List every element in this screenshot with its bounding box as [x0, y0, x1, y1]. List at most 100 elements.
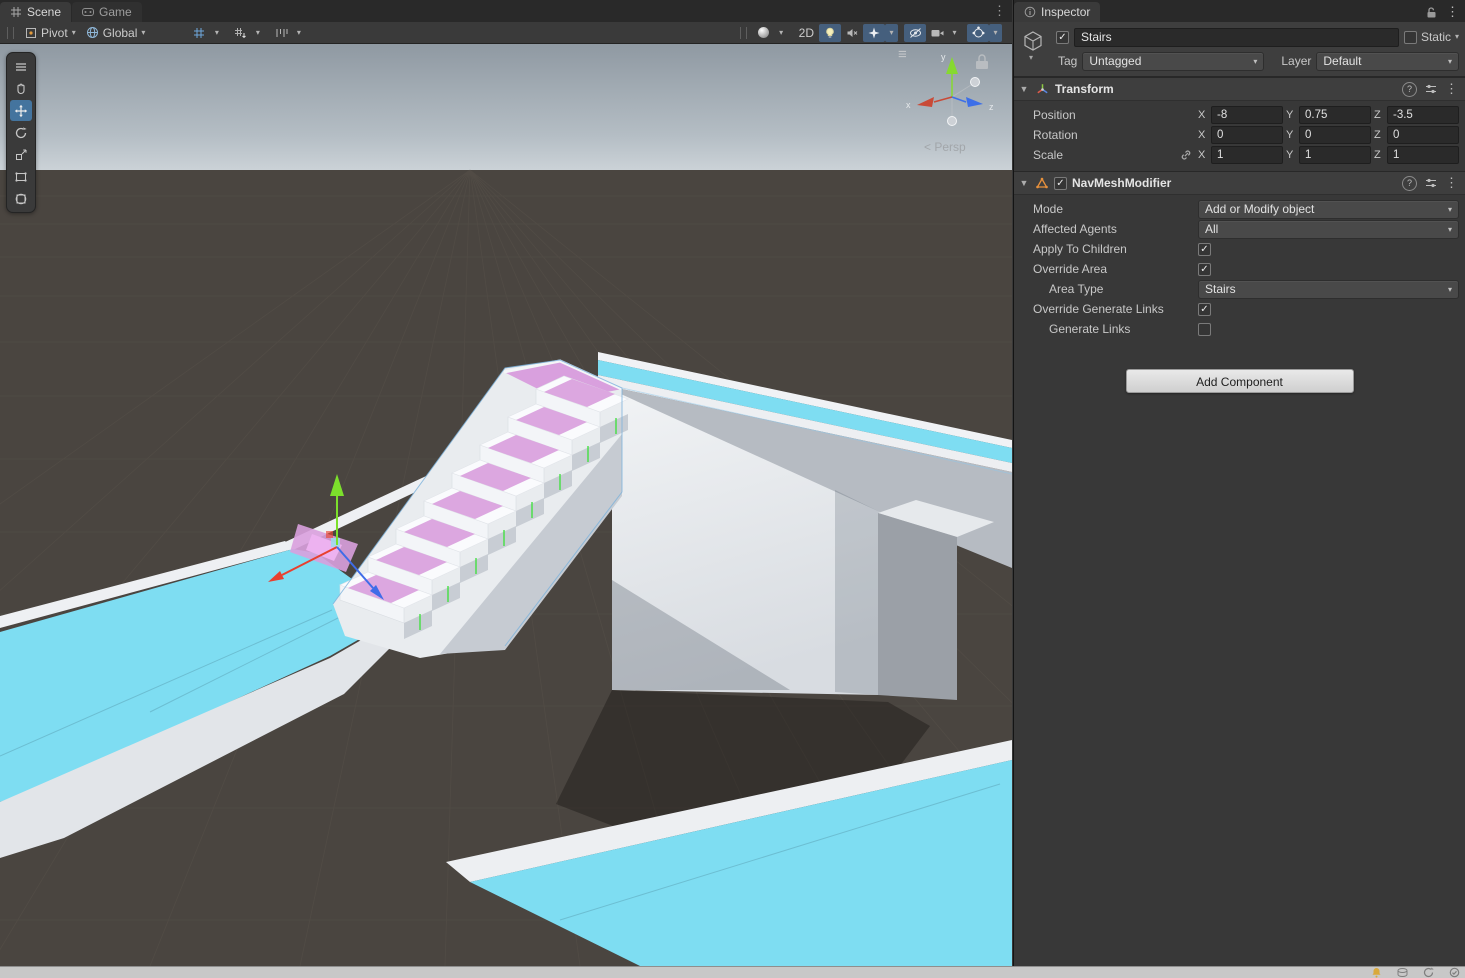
transform-combined-icon: [14, 192, 28, 206]
scene-view-panel: Scene Game ⋮ Pivot ▾ Global ▾: [0, 0, 1012, 966]
inspector-menu-icon[interactable]: ⋮: [1446, 4, 1459, 20]
rotate-tool-button[interactable]: [10, 122, 32, 143]
gameobject-cube-icon[interactable]: [1022, 30, 1044, 52]
transform-component: ▼ Transform ? ⋮ Position X -8 Y 0.75: [1014, 77, 1465, 171]
tab-overflow-menu-icon[interactable]: ⋮: [993, 3, 1006, 19]
view-tool-button[interactable]: [10, 78, 32, 99]
global-button[interactable]: Global ▾: [81, 24, 151, 42]
scale-y-field[interactable]: 1: [1299, 146, 1371, 164]
hidden-objects-button[interactable]: [904, 24, 926, 42]
axis-z-label: z: [989, 102, 994, 112]
static-dropdown-caret[interactable]: ▾: [1455, 33, 1459, 41]
tag-dropdown[interactable]: Untagged▾: [1082, 52, 1264, 71]
position-z-field[interactable]: -3.5: [1387, 106, 1459, 124]
affected-agents-dropdown[interactable]: All▾: [1198, 220, 1459, 239]
grid-arrow-icon: [234, 27, 246, 39]
layers-icon[interactable]: [1397, 967, 1408, 978]
grid-visibility-button[interactable]: [229, 24, 251, 42]
generate-links-checkbox[interactable]: ✓: [1198, 323, 1211, 336]
icon-select-caret[interactable]: ▾: [1029, 53, 1033, 62]
rotation-row: Rotation X 0 Y 0 Z 0: [1014, 125, 1465, 145]
apply-to-children-label: Apply To Children: [1033, 242, 1127, 256]
override-area-checkbox[interactable]: ✓: [1198, 263, 1211, 276]
hamburger-icon: [14, 60, 28, 74]
draw-mode-dropdown[interactable]: ▾: [775, 24, 788, 42]
scene-camera-dropdown[interactable]: ▾: [948, 24, 961, 42]
tool-palette: [6, 52, 36, 213]
sky: [0, 44, 1012, 170]
component-menu-icon[interactable]: ⋮: [1445, 175, 1458, 191]
mode-dropdown[interactable]: Add or Modify object▾: [1198, 200, 1459, 219]
scale-tool-button[interactable]: [10, 144, 32, 165]
presets-icon[interactable]: [1425, 83, 1437, 95]
scene-effects-button[interactable]: [863, 24, 885, 42]
transform-header[interactable]: ▼ Transform ? ⋮: [1014, 77, 1465, 101]
area-type-dropdown[interactable]: Stairs▾: [1198, 280, 1459, 299]
options-drag-handle[interactable]: [740, 27, 747, 39]
help-icon[interactable]: ?: [1402, 82, 1417, 97]
component-menu-icon[interactable]: ⋮: [1445, 81, 1458, 97]
grid-visibility-dropdown[interactable]: ▾: [251, 24, 264, 42]
scene-audio-button[interactable]: [841, 24, 863, 42]
static-checkbox[interactable]: ✓: [1404, 31, 1417, 44]
rotation-y-field[interactable]: 0: [1299, 126, 1371, 144]
rect-tool-button[interactable]: [10, 166, 32, 187]
scene-lighting-button[interactable]: [819, 24, 841, 42]
scene-3d-canvas[interactable]: y x z < Persp: [0, 44, 1012, 966]
refresh-icon[interactable]: [1423, 967, 1434, 978]
tab-inspector[interactable]: Inspector: [1014, 2, 1100, 22]
toolbar-drag-handle[interactable]: [7, 27, 14, 39]
axis-x-label: x: [906, 100, 911, 110]
tools-menu-button[interactable]: [10, 56, 32, 77]
pivot-button[interactable]: Pivot ▾: [20, 24, 81, 42]
snap-increment-button[interactable]: [270, 24, 292, 42]
perspective-label[interactable]: < Persp: [924, 140, 966, 154]
gameobject-name-field[interactable]: Stairs: [1074, 28, 1399, 47]
mode-row: Mode Add or Modify object▾: [1014, 199, 1465, 219]
move-tool-button[interactable]: [10, 100, 32, 121]
gizmos-button[interactable]: [967, 24, 989, 42]
grid-snap-button[interactable]: [188, 24, 210, 42]
transform-foldout-icon[interactable]: ▼: [1018, 84, 1030, 94]
scene-tabbar: Scene Game ⋮: [0, 0, 1012, 22]
unity-editor: Scene Game ⋮ Pivot ▾ Global ▾: [0, 0, 1465, 978]
gamepad-icon: [82, 6, 94, 18]
navmeshmodifier-header[interactable]: ▼ ✓ NavMeshModifier ? ⋮: [1014, 171, 1465, 195]
gameobject-active-checkbox[interactable]: ✓: [1056, 31, 1069, 44]
draw-mode-button[interactable]: [753, 24, 775, 42]
override-generate-links-checkbox[interactable]: ✓: [1198, 303, 1211, 316]
position-y-field[interactable]: 0.75: [1299, 106, 1371, 124]
grid-snap-dropdown[interactable]: ▾: [210, 24, 223, 42]
override-area-row: Override Area ✓: [1014, 259, 1465, 279]
tab-scene[interactable]: Scene: [0, 2, 71, 22]
scale-x-field[interactable]: 1: [1211, 146, 1283, 164]
tab-game-label: Game: [99, 5, 132, 19]
rotation-x-field[interactable]: 0: [1211, 126, 1283, 144]
scale-z-field[interactable]: 1: [1387, 146, 1459, 164]
gizmos-dropdown[interactable]: ▾: [989, 24, 1002, 42]
position-x-field[interactable]: -8: [1211, 106, 1283, 124]
navmeshmodifier-foldout-icon[interactable]: ▼: [1018, 178, 1030, 188]
axis-x-label: X: [1198, 149, 1208, 161]
add-component-button[interactable]: Add Component: [1126, 369, 1354, 393]
scene-viewport[interactable]: y x z < Persp ≡: [0, 44, 1012, 966]
notification-bell-icon[interactable]: [1371, 967, 1382, 978]
apply-to-children-checkbox[interactable]: ✓: [1198, 243, 1211, 256]
viewport-menu-icon[interactable]: ≡: [898, 46, 907, 63]
layer-dropdown[interactable]: Default▾: [1316, 52, 1459, 71]
transform-tool-button[interactable]: [10, 188, 32, 209]
2d-mode-button[interactable]: 2D: [794, 24, 819, 42]
pivot-label: Pivot: [41, 26, 68, 40]
tab-game[interactable]: Game: [72, 2, 142, 22]
presets-icon[interactable]: [1425, 177, 1437, 189]
link-icon[interactable]: [1180, 149, 1193, 161]
component-enabled-checkbox[interactable]: ✓: [1054, 177, 1067, 190]
rotation-z-field[interactable]: 0: [1387, 126, 1459, 144]
status-circle-icon[interactable]: [1449, 967, 1460, 978]
snap-increment-dropdown[interactable]: ▾: [292, 24, 305, 42]
unlock-icon[interactable]: [1425, 6, 1438, 19]
scene-camera-button[interactable]: [926, 24, 948, 42]
scene-effects-dropdown[interactable]: ▾: [885, 24, 898, 42]
speaker-muted-icon: [846, 27, 858, 39]
help-icon[interactable]: ?: [1402, 176, 1417, 191]
